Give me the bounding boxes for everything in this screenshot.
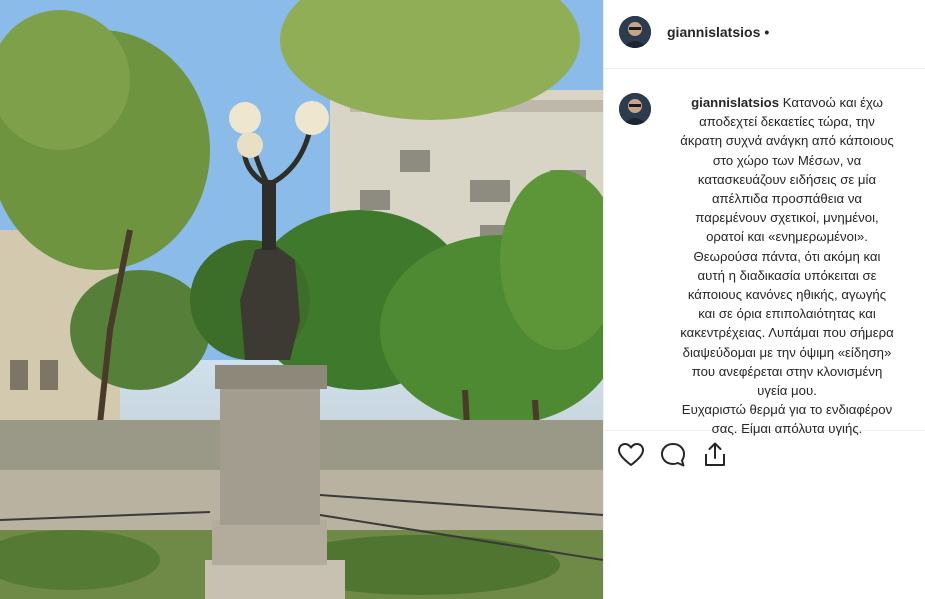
caption-text: giannislatsios Κατανοώ και έχω αποδεχτεί…	[667, 93, 907, 439]
share-button[interactable]	[700, 440, 730, 470]
caption-line: κακεντρέχειας. Λυπάμαι που σήμερα	[680, 325, 894, 341]
caption-line: ορατοί και «ενημερωμένοι».	[706, 229, 868, 245]
post-header: giannislatsios •	[604, 0, 925, 69]
caption-line: αυτή η διαδικασία υπόκειται σε	[697, 267, 877, 283]
heart-icon	[618, 443, 644, 466]
share-icon	[705, 442, 725, 466]
caption-line: κάποιους κανόνες ηθικής, αγωγής	[687, 287, 887, 303]
caption-avatar[interactable]	[619, 93, 651, 125]
caption-line: Ευχαριστώ θερμά για το ενδιαφέρον	[681, 402, 893, 418]
caption-line: και σε όρια επιπολαιότητας και	[698, 306, 876, 322]
caption-line: στο χώρο των Μέσων, να	[712, 152, 862, 168]
caption-comment: giannislatsios Κατανοώ και έχω αποδεχτεί…	[604, 69, 925, 436]
caption-line: άκρατη συχνά ανάγκη από κάποιους	[680, 133, 894, 149]
header-separator: •	[764, 24, 770, 40]
caption-line: κατασκευάζουν ειδήσεις σε μία	[697, 171, 877, 187]
caption-line: παρεμένουν σχετικοί, μνημένοι,	[695, 210, 879, 226]
post-photo[interactable]	[0, 0, 603, 599]
post-side-panel: giannislatsios • giannislatsios Κατανοώ κ…	[604, 0, 925, 599]
comment-button[interactable]	[658, 440, 688, 470]
caption-username[interactable]: giannislatsios	[691, 95, 779, 110]
header-username-row: giannislatsios •	[667, 24, 769, 40]
like-button[interactable]	[616, 440, 646, 470]
avatar-photo	[619, 93, 651, 125]
caption-line: που ανεφέρεται στην κλονισμένη	[691, 363, 883, 379]
caption-line: giannislatsios Κατανοώ και έχω	[691, 95, 883, 110]
avatar-photo	[619, 16, 651, 48]
photo-square-statue-trees	[0, 0, 603, 599]
caption-line: απέλπιδα προσπάθεια να	[711, 191, 863, 207]
caption-line: υγεία μου.	[757, 383, 817, 399]
caption-line: διαψεύδομαι με την όψιμη «είδηση»	[682, 344, 892, 360]
caption-line: Θεωρούσα πάντα, ότι ακόμη και	[693, 248, 881, 264]
caption-line: σας. Είμαι απόλυτα υγιής.	[711, 421, 863, 437]
comment-bubble-icon	[661, 443, 685, 467]
header-username[interactable]: giannislatsios	[667, 24, 760, 40]
caption-line: αποδεχτεί δεκαετίες τώρα, την	[699, 114, 875, 130]
avatar[interactable]	[619, 16, 651, 48]
